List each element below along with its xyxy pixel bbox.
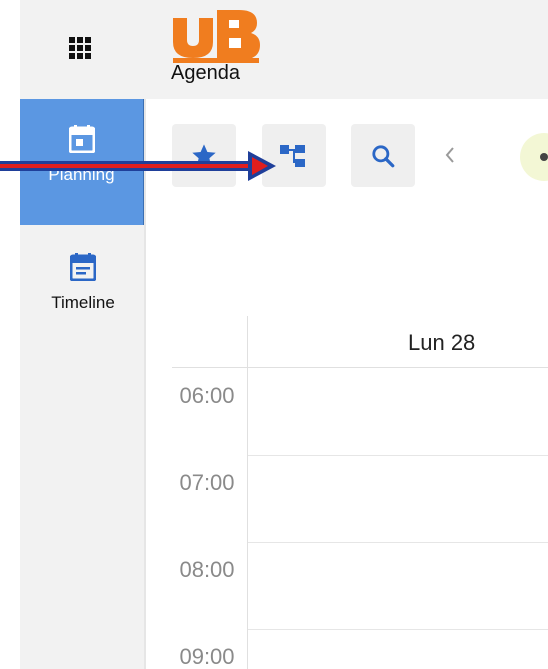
calendar-icon bbox=[68, 125, 95, 153]
header-bar: Agenda bbox=[20, 0, 548, 99]
apps-grid-button[interactable] bbox=[58, 26, 102, 70]
user-avatar[interactable] bbox=[520, 133, 548, 181]
chevron-left-icon bbox=[445, 147, 454, 163]
app-title: Agenda bbox=[171, 62, 240, 84]
app-window: Agenda Planning Timeline Lun 28 06:00 07… bbox=[20, 0, 548, 669]
hour-line bbox=[248, 629, 548, 630]
previous-button[interactable] bbox=[438, 140, 462, 170]
time-column-divider bbox=[247, 316, 248, 669]
hour-label: 09:00 bbox=[179, 644, 235, 669]
hour-label: 07:00 bbox=[179, 470, 235, 495]
grid-icon bbox=[69, 37, 91, 59]
search-button[interactable] bbox=[351, 124, 415, 187]
day-header-divider bbox=[172, 367, 548, 368]
hour-line bbox=[248, 455, 548, 456]
sidebar-item-label: Timeline bbox=[51, 293, 115, 312]
day-header[interactable]: Lun 28 bbox=[248, 330, 548, 356]
calendar-grid: Lun 28 06:00 07:00 08:00 09:00 bbox=[172, 316, 548, 669]
hour-line bbox=[248, 542, 548, 543]
hour-label: 06:00 bbox=[179, 383, 235, 408]
search-icon bbox=[372, 144, 395, 167]
tree-structure-icon bbox=[280, 144, 305, 167]
hour-label: 08:00 bbox=[179, 557, 235, 582]
avatar-dot bbox=[540, 153, 548, 161]
university-logo bbox=[173, 10, 260, 63]
sidebar-item-timeline[interactable]: Timeline bbox=[20, 227, 146, 353]
annotation-arrow-icon bbox=[0, 151, 276, 181]
calendar-list-icon bbox=[70, 253, 96, 281]
